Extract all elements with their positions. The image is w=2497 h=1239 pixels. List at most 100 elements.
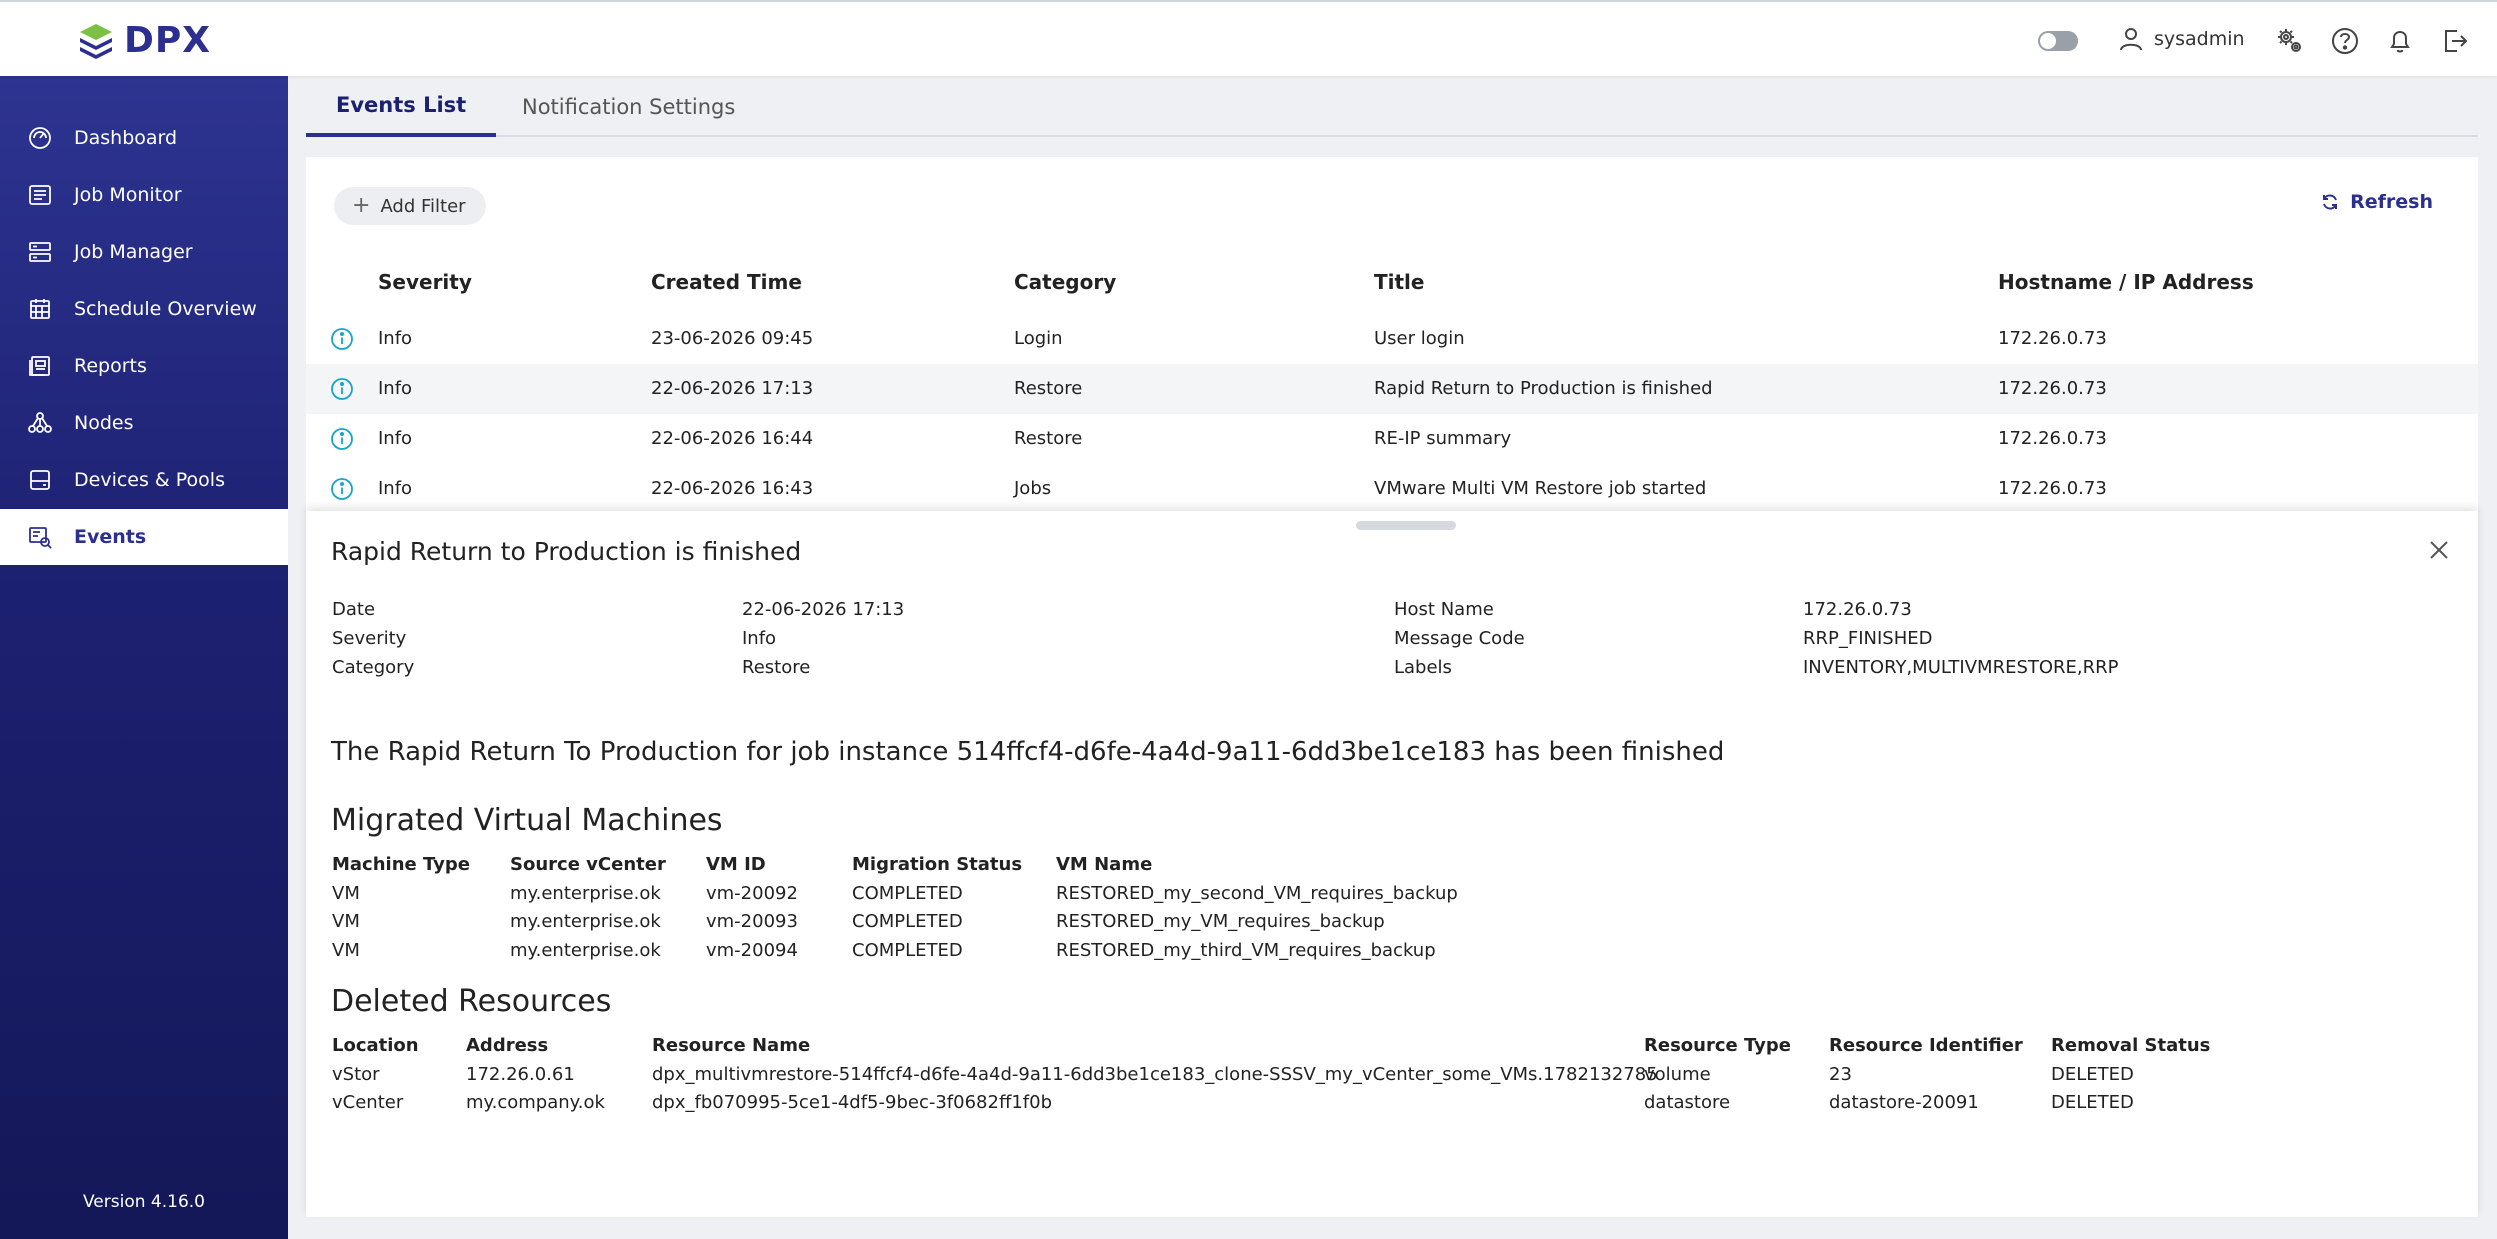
table-row[interactable]: Info 23-06-2026 09:45 Login User login 1… [306, 314, 2478, 364]
help-icon[interactable] [2330, 26, 2360, 56]
refresh-button[interactable]: Refresh [2320, 191, 2433, 213]
job-manager-icon [29, 242, 51, 262]
res-col-resource-type: Resource Type [1644, 1035, 1791, 1056]
drawer-resize-handle[interactable] [1356, 521, 1456, 530]
sidebar-item-job-manager[interactable]: Job Manager [0, 224, 288, 280]
title-cell: User login [1374, 328, 1465, 349]
host-cell: 172.26.0.73 [1998, 328, 2107, 349]
res-identifier: 23 [1829, 1064, 1852, 1085]
refresh-label: Refresh [2350, 191, 2433, 213]
reports-icon [29, 356, 50, 376]
user-icon [2120, 28, 2142, 51]
res-name: dpx_multivmrestore-514ffcf4-d6fe-4a4d-9a… [652, 1064, 1658, 1085]
add-filter-button[interactable]: + Add Filter [334, 187, 486, 225]
vm-id: vm-20094 [706, 940, 798, 961]
logout-icon[interactable] [2440, 26, 2470, 56]
vm-name: RESTORED_my_VM_requires_backup [1056, 911, 1385, 932]
info-icon [331, 378, 353, 400]
sidebar-item-events[interactable]: Events [0, 509, 288, 565]
column-header-category[interactable]: Category [1014, 270, 1116, 294]
vm-col-source-vcenter: Source vCenter [510, 854, 666, 875]
info-icon [331, 428, 353, 450]
tab-notification-settings[interactable]: Notification Settings [502, 76, 755, 137]
time-cell: 23-06-2026 09:45 [651, 328, 814, 349]
dpx-logo[interactable]: DPX [76, 20, 211, 61]
sidebar-item-schedule-overview[interactable]: Schedule Overview [0, 281, 288, 337]
time-cell: 22-06-2026 16:44 [651, 428, 814, 449]
vm-col-migration-status: Migration Status [852, 854, 1023, 875]
detail-title: Rapid Return to Production is finished [331, 537, 802, 566]
table-row[interactable]: Info 22-06-2026 17:13 Restore Rapid Retu… [306, 364, 2478, 414]
category-cell: Login [1014, 328, 1063, 349]
detail-value-date: 22-06-2026 17:13 [742, 599, 905, 620]
title-cell: RE-IP summary [1374, 428, 1512, 449]
sidebar-item-label: Events [74, 526, 147, 548]
res-col-removal-status: Removal Status [2051, 1035, 2211, 1056]
res-address: 172.26.0.61 [466, 1064, 575, 1085]
column-header-hostname[interactable]: Hostname / IP Address [1998, 270, 2254, 294]
detail-value-message-code: RRP_FINISHED [1803, 628, 1933, 649]
vm-migration-status: COMPLETED [852, 883, 963, 904]
res-name: dpx_fb070995-5ce1-4df5-9bec-3f0682ff1f0b [652, 1092, 1053, 1113]
host-cell: 172.26.0.73 [1998, 378, 2107, 399]
events-tabs: Events List Notification Settings [306, 76, 2478, 137]
close-icon[interactable] [2428, 539, 2450, 561]
plus-icon: + [352, 193, 371, 218]
migrated-vms-heading: Migrated Virtual Machines [331, 803, 723, 838]
job-monitor-icon [29, 185, 51, 205]
top-header: DPX sysadmin [0, 0, 2497, 76]
vm-name: RESTORED_my_third_VM_requires_backup [1056, 940, 1436, 961]
res-col-location: Location [332, 1035, 419, 1056]
column-header-severity[interactable]: Severity [378, 270, 472, 294]
host-cell: 172.26.0.73 [1998, 428, 2107, 449]
settings-gears-icon[interactable] [2275, 26, 2305, 56]
res-location: vStor [332, 1064, 380, 1085]
table-row[interactable]: Info 22-06-2026 16:44 Restore RE-IP summ… [306, 414, 2478, 464]
sidebar-item-dashboard[interactable]: Dashboard [0, 110, 288, 166]
vm-machine-type: VM [332, 883, 360, 904]
detail-label-message-code: Message Code [1394, 628, 1525, 649]
vm-name: RESTORED_my_second_VM_requires_backup [1056, 883, 1458, 904]
res-removal-status: DELETED [2051, 1092, 2134, 1113]
sidebar-item-devices-pools[interactable]: Devices & Pools [0, 452, 288, 508]
detail-value-severity: Info [742, 628, 777, 649]
sidebar-item-label: Dashboard [74, 127, 178, 149]
severity-cell: Info [378, 378, 413, 399]
vm-migration-status: COMPLETED [852, 940, 963, 961]
table-row[interactable]: Info 22-06-2026 16:43 Jobs VMware Multi … [306, 464, 2478, 514]
column-header-title[interactable]: Title [1374, 270, 1424, 294]
res-col-resource-identifier: Resource Identifier [1829, 1035, 2023, 1056]
vm-col-vm-name: VM Name [1056, 854, 1153, 875]
sidebar-item-job-monitor[interactable]: Job Monitor [0, 167, 288, 223]
category-cell: Restore [1014, 428, 1083, 449]
nodes-icon [28, 412, 52, 433]
detail-value-labels: INVENTORY,MULTIVMRESTORE,RRP [1803, 657, 2119, 678]
sidebar-item-nodes[interactable]: Nodes [0, 395, 288, 451]
detail-value-category: Restore [742, 657, 811, 678]
detail-label-category: Category [332, 657, 415, 678]
detail-value-host: 172.26.0.73 [1803, 599, 1912, 620]
host-cell: 172.26.0.73 [1998, 478, 2107, 499]
theme-toggle[interactable] [2038, 31, 2078, 51]
user-menu[interactable]: sysadmin [2118, 26, 2245, 52]
add-filter-label: Add Filter [380, 195, 466, 217]
dpx-logo-icon [80, 23, 112, 59]
vm-col-machine-type: Machine Type [332, 854, 470, 875]
app-version: Version 4.16.0 [83, 1192, 205, 1212]
events-icon [29, 527, 52, 549]
title-cell: VMware Multi VM Restore job started [1374, 478, 1707, 499]
column-header-created-time[interactable]: Created Time [651, 270, 802, 294]
sidebar-item-label: Job Manager [74, 241, 193, 263]
dashboard-icon [29, 127, 51, 149]
severity-cell: Info [378, 428, 413, 449]
sidebar-item-label: Schedule Overview [74, 298, 257, 320]
devices-icon [30, 470, 50, 490]
sidebar-item-reports[interactable]: Reports [0, 338, 288, 394]
username: sysadmin [2154, 28, 2245, 50]
sidebar: Dashboard Job Monitor Job Manager Schedu… [0, 76, 288, 1239]
detail-label-date: Date [332, 599, 376, 620]
tab-events-list[interactable]: Events List [306, 76, 497, 137]
notifications-bell-icon[interactable] [2385, 26, 2415, 56]
time-cell: 22-06-2026 16:43 [651, 478, 814, 499]
severity-cell: Info [378, 478, 413, 499]
